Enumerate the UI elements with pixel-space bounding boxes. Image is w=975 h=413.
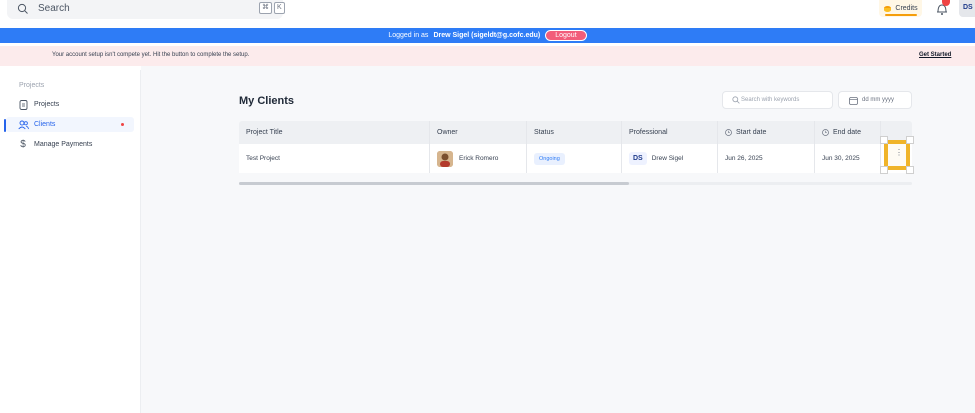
row-actions-button[interactable]: ⋮ <box>880 136 914 174</box>
k-key: K <box>274 2 285 14</box>
search-placeholder: Search <box>38 3 70 14</box>
sidebar-item-projects[interactable]: Projects <box>6 97 134 112</box>
login-prefix: Logged in as <box>388 32 429 39</box>
professional-name: Drew Sigel <box>651 155 684 162</box>
header-end-date[interactable]: End date <box>815 121 881 144</box>
header-status[interactable]: Status <box>527 121 622 144</box>
top-bar: Search ⌘ K Credits DS <box>0 0 975 27</box>
header-start-date[interactable]: Start date <box>718 121 815 144</box>
end-date-label: End date <box>833 129 862 136</box>
search-icon <box>732 96 740 104</box>
owner-name: Erick Romero <box>459 155 499 162</box>
kebab-menu-icon: ⋮ <box>895 148 903 157</box>
status-cell: Ongoing <box>527 144 622 173</box>
main-content: My Clients Search with keywords dd mm yy… <box>141 66 975 413</box>
user-avatar[interactable]: DS <box>959 0 975 17</box>
setup-banner: Your account setup isn't compete yet. Hi… <box>0 46 975 66</box>
search-shortcut: ⌘ K <box>259 2 285 14</box>
credits-label: Credits <box>895 5 918 12</box>
end-date-cell: Jun 30, 2025 <box>815 144 881 173</box>
sidebar-item-manage-payments[interactable]: $ Manage Payments <box>6 137 134 152</box>
clients-table: Project Title Owner Status Professional … <box>239 121 912 173</box>
date-filter-input[interactable]: dd mm yyyy <box>838 91 912 109</box>
header-project-title[interactable]: Project Title <box>239 121 430 144</box>
professional-cell: DS Drew Sigel <box>622 144 718 173</box>
header-professional[interactable]: Professional <box>622 121 718 144</box>
resize-handle <box>906 166 914 174</box>
login-banner: Logged in as Drew Sigel (sigeldt@g.cofc.… <box>0 28 975 43</box>
sidebar: Projects Projects Clients $ Manage Payme… <box>0 70 141 413</box>
credits-indicator <box>885 14 917 16</box>
dollar-icon: $ <box>20 139 26 150</box>
start-date-label: Start date <box>736 129 767 136</box>
clock-icon <box>725 129 732 136</box>
resize-handle <box>880 136 888 144</box>
users-icon <box>17 119 29 131</box>
coins-icon <box>884 5 892 12</box>
scrollbar-thumb[interactable] <box>239 182 629 185</box>
search-icon <box>17 3 28 14</box>
logged-in-user: Drew Sigel (sigeldt@g.cofc.edu) <box>433 32 541 39</box>
setup-message: Your account setup isn't compete yet. Hi… <box>52 52 250 58</box>
horizontal-scrollbar[interactable] <box>239 182 912 185</box>
clients-alert-dot <box>121 123 124 126</box>
date-placeholder: dd mm yyyy <box>862 97 895 103</box>
resize-handle <box>880 166 888 174</box>
start-date-cell: Jun 26, 2025 <box>718 144 815 173</box>
global-search[interactable]: Search ⌘ K <box>7 0 285 19</box>
sidebar-item-clients[interactable]: Clients <box>6 117 134 132</box>
header-owner[interactable]: Owner <box>430 121 527 144</box>
command-key: ⌘ <box>259 2 272 14</box>
table-row[interactable]: Test Project Erick Romero Ongoing DS Dre… <box>239 144 912 173</box>
logout-button[interactable]: Logout <box>545 30 587 41</box>
sidebar-item-label: Projects <box>34 101 60 108</box>
table-header: Project Title Owner Status Professional … <box>239 121 912 144</box>
resize-handle <box>906 136 914 144</box>
get-started-link[interactable]: Get Started <box>919 52 951 58</box>
professional-avatar: DS <box>629 152 647 165</box>
keyword-search-input[interactable]: Search with keywords <box>722 91 833 109</box>
page-title: My Clients <box>239 95 295 107</box>
keyword-search-placeholder: Search with keywords <box>741 97 800 103</box>
owner-avatar <box>437 150 453 167</box>
calendar-icon <box>849 97 858 105</box>
sidebar-section-title: Projects <box>19 82 45 89</box>
owner-cell: Erick Romero <box>430 144 527 173</box>
sidebar-item-label: Manage Payments <box>34 141 93 148</box>
status-badge: Ongoing <box>534 152 565 165</box>
project-title-cell[interactable]: Test Project <box>239 144 430 173</box>
document-icon <box>17 99 29 111</box>
clock-icon <box>822 129 829 136</box>
sidebar-item-label: Clients <box>34 121 56 128</box>
